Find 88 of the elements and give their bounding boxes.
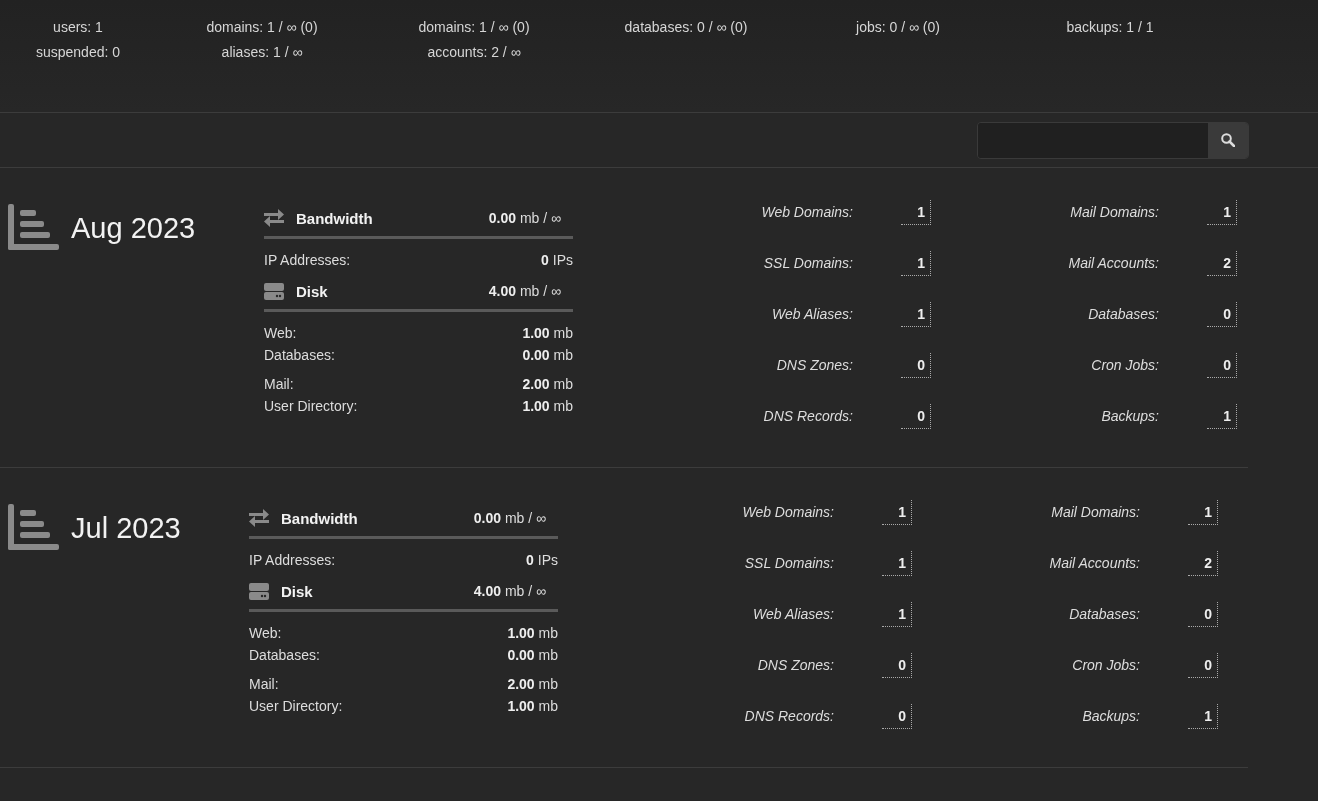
stat-label: Backups:	[1100, 407, 1160, 426]
ip-label: IP Addresses:	[249, 552, 336, 568]
arrows-icon	[249, 509, 269, 527]
stat-label: DNS Zones:	[756, 656, 835, 675]
disk-item-value: 0.00 mb	[507, 647, 558, 663]
stat-value: 2	[1207, 251, 1237, 276]
stat-value: 0	[882, 653, 912, 678]
stat-label: Databases:	[1087, 305, 1160, 324]
stat-value: 2	[1188, 551, 1218, 576]
disk-value: 4.00 mb / ∞	[488, 283, 562, 299]
stat-value: 0	[882, 704, 912, 729]
stat-value: 1	[1207, 200, 1237, 225]
disk-item-value: 1.00 mb	[522, 398, 573, 414]
disk-item-value: 1.00 mb	[507, 625, 558, 641]
chart-icon	[8, 504, 59, 550]
stat-label: Mail Accounts:	[1048, 554, 1141, 573]
stat-value: 0	[1188, 602, 1218, 627]
stat-value: 0	[901, 353, 931, 378]
summary-stat: jobs: 0 / ∞ (0)	[856, 19, 940, 35]
stat-value: 0	[1207, 353, 1237, 378]
summary-stat: backups: 1 / 1	[1066, 19, 1154, 35]
stat-value: 1	[1207, 404, 1237, 429]
summary-stat: accounts: 2 / ∞	[427, 44, 521, 60]
bandwidth-value: 0.00 mb / ∞	[488, 210, 562, 226]
disk-item-label: Mail:	[249, 676, 279, 692]
stat-value: 0	[1188, 653, 1218, 678]
summary-stat: suspended: 0	[35, 44, 121, 60]
month-title: Jul 2023	[71, 514, 181, 543]
search-button[interactable]	[1208, 122, 1248, 158]
summary-stat: aliases: 1 / ∞	[221, 44, 303, 60]
chart-icon	[8, 204, 59, 250]
stat-label: DNS Zones:	[775, 356, 854, 375]
bandwidth-label: Bandwidth	[281, 509, 358, 527]
stat-label: DNS Records:	[743, 707, 835, 726]
stat-label: Mail Accounts:	[1067, 254, 1160, 273]
ip-value: 0 IPs	[541, 252, 573, 268]
search-field[interactable]	[977, 121, 1249, 159]
stat-value: 1	[882, 602, 912, 627]
disk-value: 4.00 mb / ∞	[473, 583, 547, 599]
disk-item-label: Databases:	[249, 647, 320, 663]
summary-stat: databases: 0 / ∞ (0)	[624, 19, 748, 35]
stat-value: 1	[1188, 500, 1218, 525]
stat-label: Databases:	[1068, 605, 1141, 624]
stat-label: Backups:	[1081, 707, 1141, 726]
disk-item-value: 0.00 mb	[522, 347, 573, 363]
summary-stat: domains: 1 / ∞ (0)	[206, 19, 318, 35]
arrows-icon	[264, 209, 284, 227]
stat-value: 1	[901, 251, 931, 276]
stat-value: 1	[901, 200, 931, 225]
stat-label: Web Domains:	[760, 203, 854, 222]
stat-label: SSL Domains:	[762, 254, 854, 273]
bandwidth-value: 0.00 mb / ∞	[473, 510, 547, 526]
stat-value: 1	[882, 551, 912, 576]
stat-label: Mail Domains:	[1050, 503, 1141, 522]
stat-value: 1	[901, 302, 931, 327]
stat-value: 1	[882, 500, 912, 525]
bandwidth-label: Bandwidth	[296, 209, 373, 227]
drive-icon	[249, 582, 269, 600]
disk-label: Disk	[281, 582, 313, 600]
summary-stat: users: 1	[53, 19, 103, 35]
disk-item-label: Web:	[249, 625, 282, 641]
summary-stat: domains: 1 / ∞ (0)	[418, 19, 530, 35]
stat-value: 0	[901, 404, 931, 429]
stat-label: Cron Jobs:	[1090, 356, 1160, 375]
disk-item-label: User Directory:	[249, 698, 343, 714]
stat-value: 1	[1188, 704, 1218, 729]
ip-value: 0 IPs	[526, 552, 558, 568]
month-title: Aug 2023	[71, 214, 196, 243]
search-icon	[1221, 133, 1235, 147]
stat-label: Web Domains:	[741, 503, 835, 522]
stat-label: Web Aliases:	[771, 305, 854, 324]
disk-item-value: 2.00 mb	[507, 676, 558, 692]
drive-icon	[264, 282, 284, 300]
disk-label: Disk	[296, 282, 328, 300]
disk-item-label: Web:	[264, 325, 297, 341]
stat-label: DNS Records:	[762, 407, 854, 426]
disk-item-label: User Directory:	[264, 398, 358, 414]
disk-item-value: 2.00 mb	[522, 376, 573, 392]
ip-label: IP Addresses:	[264, 252, 351, 268]
disk-item-label: Databases:	[264, 347, 335, 363]
stat-value: 0	[1207, 302, 1237, 327]
stat-label: Mail Domains:	[1069, 203, 1160, 222]
stat-label: Cron Jobs:	[1071, 656, 1141, 675]
disk-item-value: 1.00 mb	[507, 698, 558, 714]
stat-label: SSL Domains:	[743, 554, 835, 573]
stat-label: Web Aliases:	[752, 605, 835, 624]
disk-item-value: 1.00 mb	[522, 325, 573, 341]
disk-item-label: Mail:	[264, 376, 294, 392]
